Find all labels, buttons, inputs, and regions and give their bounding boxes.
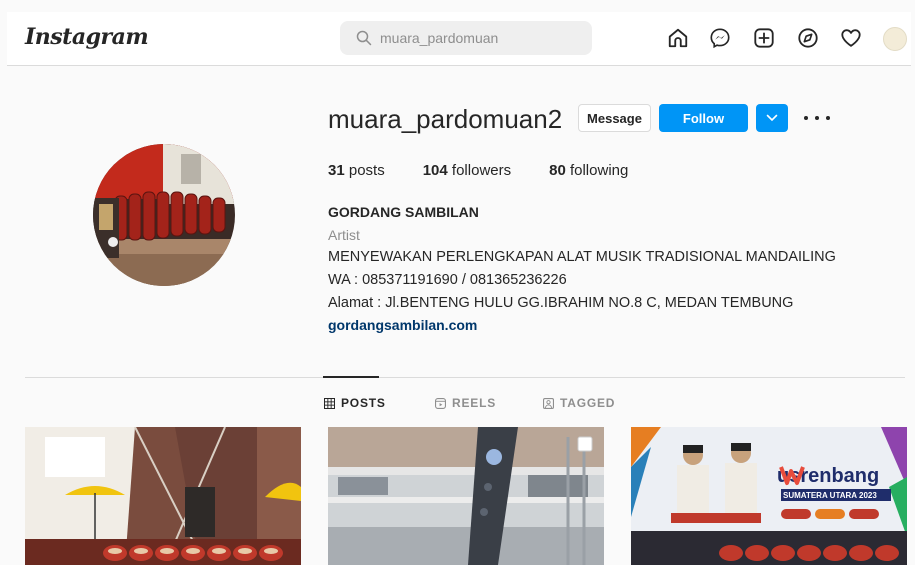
heart-icon [841, 29, 861, 47]
explore-button[interactable] [795, 25, 821, 51]
stat-label: posts [348, 162, 385, 179]
search-box[interactable] [340, 21, 592, 55]
following-count[interactable]: 80 following [549, 162, 628, 179]
chevron-down-icon [766, 114, 778, 122]
messenger-button[interactable] [707, 25, 733, 51]
profile-category: Artist [328, 227, 360, 243]
search-icon [356, 30, 372, 46]
reels-icon [435, 397, 446, 409]
search-input[interactable] [380, 21, 580, 55]
more-options-button[interactable] [804, 108, 830, 128]
bio-line: Alamat : Jl.BENTENG HULU GG.IBRAHIM NO.8… [328, 295, 794, 311]
bio-line: MENYEWAKAN PERLENGKAPAN ALAT MUSIK TRADI… [328, 249, 836, 265]
tabs-divider [25, 377, 905, 378]
post-mall-interior[interactable] [328, 427, 604, 565]
top-navigation-bar: Instagram [7, 12, 911, 66]
stat-count: 80 [549, 162, 566, 179]
bio-line: WA : 085371191690 / 081365236226 [328, 272, 567, 288]
activity-button[interactable] [838, 25, 864, 51]
stat-label: followers [451, 162, 512, 179]
message-button[interactable]: Message [578, 104, 651, 132]
profile-stats: 31 posts 104 followers 80 following [328, 162, 666, 179]
more-dot [804, 116, 808, 120]
tab-tagged[interactable]: TAGGED [543, 396, 615, 410]
posts-count: 31 posts [328, 162, 385, 179]
instagram-logo[interactable]: Instagram [25, 24, 149, 50]
tab-posts[interactable]: POSTS [324, 396, 386, 410]
profile-display-name: GORDANG SAMBILAN [328, 204, 479, 220]
more-dot [826, 116, 830, 120]
profile-avatar[interactable] [883, 27, 907, 51]
stat-label: following [569, 162, 629, 179]
tab-label: REELS [452, 396, 497, 410]
tab-reels[interactable]: REELS [435, 396, 496, 410]
new-post-icon [754, 28, 774, 48]
home-icon [668, 28, 688, 48]
home-button[interactable] [665, 25, 691, 51]
tab-label: TAGGED [560, 396, 616, 410]
profile-picture[interactable] [93, 144, 235, 286]
suggested-accounts-button[interactable] [756, 104, 788, 132]
more-dot [815, 116, 819, 120]
messenger-icon [710, 28, 730, 49]
followers-count[interactable]: 104 followers [423, 162, 511, 179]
explore-icon [798, 28, 818, 48]
post-musrenbang[interactable]: usrenbang SUMATERA UTARA 2023 [631, 427, 907, 565]
new-post-button[interactable] [751, 25, 777, 51]
banner-subtext: SUMATERA UTARA 2023 [783, 491, 877, 500]
profile-website-link[interactable]: gordangsambilan.com [328, 317, 477, 333]
active-tab-indicator [323, 376, 379, 378]
post-gordang-hall[interactable] [25, 427, 301, 565]
tab-label: POSTS [341, 396, 386, 410]
stat-count: 104 [422, 162, 448, 179]
grid-icon [324, 397, 335, 409]
stat-count: 31 [328, 162, 345, 179]
profile-username: muara_pardomuan2 [328, 104, 563, 134]
tagged-icon [543, 397, 554, 409]
follow-button[interactable]: Follow [659, 104, 748, 132]
